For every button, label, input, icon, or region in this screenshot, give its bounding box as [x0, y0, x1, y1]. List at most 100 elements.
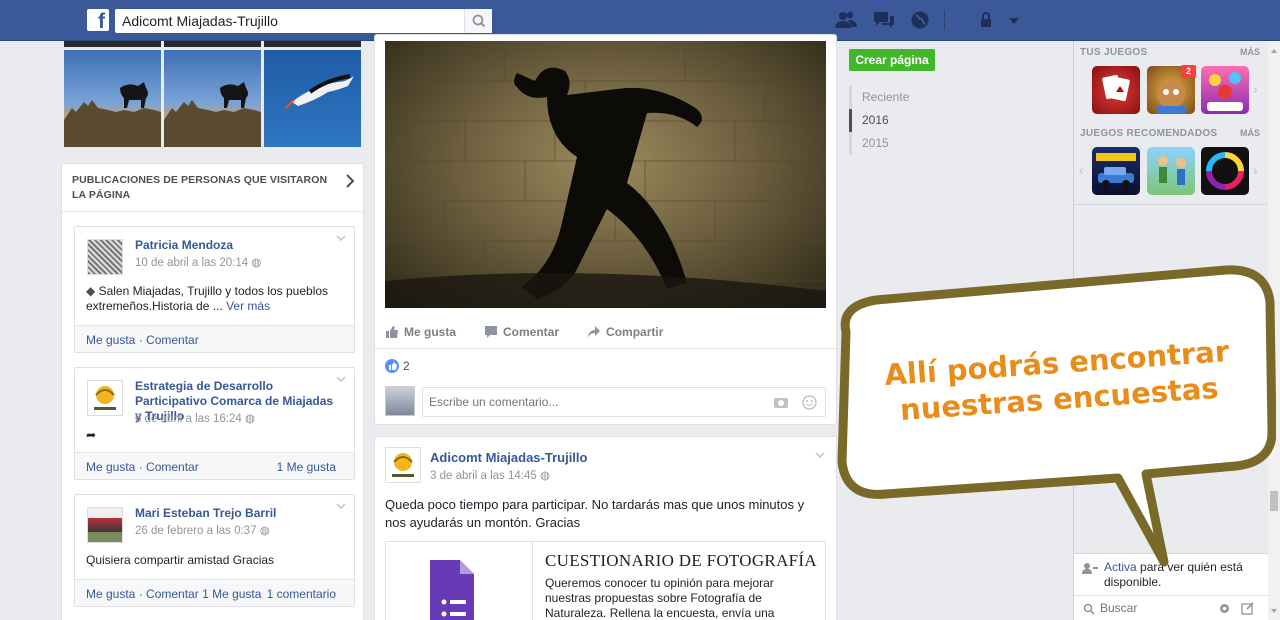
search-icon [472, 14, 486, 28]
like-link[interactable]: Me gusta [86, 587, 135, 601]
google-forms-icon [430, 560, 474, 620]
post-date[interactable]: 10 de abril a las 20:14 ◍ [135, 255, 261, 269]
globe-icon: ◍ [244, 413, 256, 425]
post-author[interactable]: Adicomt Miajadas-Trujillo [430, 450, 587, 465]
compose-icon[interactable] [1241, 602, 1254, 615]
comment-input[interactable] [429, 389, 759, 415]
comment-link[interactable]: Comentar [146, 333, 199, 347]
stork-image [285, 74, 354, 109]
globe-icon: ◍ [251, 257, 262, 269]
year-item-2016[interactable]: 2016 [849, 109, 1069, 132]
link-title: CUESTIONARIO DE FOTOGRAFÍA [545, 551, 817, 570]
page-avatar[interactable] [385, 447, 421, 483]
game-archery[interactable] [1147, 147, 1195, 195]
forms-thumbnail [386, 542, 533, 620]
game-candy-crush-soda[interactable] [1201, 66, 1249, 114]
likes-summary[interactable]: 2 [385, 359, 410, 373]
recommended-more-link[interactable]: MÁS [1240, 128, 1260, 138]
year-item-2015[interactable]: 2015 [849, 132, 1069, 155]
post-actions: Me gusta Comentar Compartir [385, 325, 691, 339]
thumbs-up-icon [386, 326, 398, 338]
like-button[interactable]: Me gusta [385, 325, 456, 339]
comments-count[interactable]: 1 comentario [267, 587, 336, 601]
notifications-globe-icon[interactable] [910, 10, 930, 30]
privacy-lock-icon[interactable] [978, 10, 994, 30]
chevron-down-icon[interactable] [815, 450, 825, 460]
visitor-post: Estrategia de Desarrollo Participativo C… [74, 367, 355, 480]
comment-button[interactable]: Comentar [484, 325, 559, 339]
search-box [115, 9, 492, 33]
logo-icon [392, 453, 414, 477]
emoji-icon[interactable] [802, 395, 817, 410]
photo-thumbnail[interactable] [264, 50, 361, 147]
share-button[interactable]: Compartir [587, 325, 663, 339]
comment-link[interactable]: Comentar [146, 587, 199, 601]
share-label: Compartir [606, 325, 664, 339]
post-date[interactable]: 26 de febrero a las 0:37 ◍ [135, 523, 270, 537]
post-author[interactable]: Mari Esteban Trejo Barril [135, 506, 340, 521]
facebook-logo-icon[interactable]: f [87, 9, 109, 31]
comment-icon [485, 326, 498, 338]
search-button[interactable] [464, 9, 492, 33]
comment-field [422, 387, 826, 417]
visitor-posts-title: PUBLICACIONES DE PERSONAS QUE VISITARON … [72, 174, 328, 201]
game-poker[interactable] [1092, 66, 1140, 114]
avatar[interactable] [87, 239, 123, 275]
your-games-heading: TUS JUEGOS [1080, 47, 1148, 58]
camera-icon[interactable] [773, 395, 789, 409]
likes-count[interactable]: 1 Me gusta [202, 587, 261, 601]
game-color-switch[interactable] [1201, 147, 1249, 195]
post-date[interactable]: 3 de abril a las 14:45 ◍ [430, 468, 550, 482]
link-preview[interactable]: CUESTIONARIO DE FOTOGRAFÍA Queremos cono… [385, 541, 826, 620]
town-bull-image [164, 82, 261, 147]
share-icon [588, 326, 601, 338]
gear-icon[interactable] [1218, 602, 1231, 615]
visitor-posts-card: PUBLICACIONES DE PERSONAS QUE VISITARON … [61, 163, 364, 620]
candy-icon [1207, 72, 1243, 111]
game-street-race[interactable] [1092, 147, 1140, 195]
photo-strip [64, 41, 361, 47]
avatar[interactable] [385, 386, 415, 416]
post-footer: Me gusta · Comentar [75, 325, 354, 352]
scroll-up-icon[interactable] [1271, 49, 1277, 53]
see-more-link[interactable]: Ver más [226, 299, 270, 313]
friends-icon[interactable] [834, 10, 858, 30]
visitor-posts-heading[interactable]: PUBLICACIONES DE PERSONAS QUE VISITARON … [62, 164, 363, 212]
like-link[interactable]: Me gusta [86, 333, 135, 347]
likes-count[interactable]: 1 Me gusta [277, 460, 336, 474]
photo-thumbnail[interactable] [64, 50, 161, 147]
tag-icon: ◆ [86, 284, 96, 298]
globe-icon: ◍ [259, 525, 270, 537]
search-input[interactable] [122, 10, 462, 32]
notification-badge: 2 [1181, 65, 1196, 78]
post-author[interactable]: Patricia Mendoza [135, 238, 340, 253]
messages-icon[interactable] [872, 10, 896, 30]
create-page-button[interactable]: Crear página [849, 49, 935, 71]
your-games-more-link[interactable]: MÁS [1240, 47, 1260, 57]
avatar[interactable] [87, 507, 123, 543]
post-date[interactable]: 6 de abril a las 16:24 ◍ [135, 411, 255, 425]
chevron-right-icon[interactable]: › [1253, 81, 1258, 97]
photo-thumbnail[interactable] [164, 50, 261, 147]
visitor-post: Mari Esteban Trejo Barril 26 de febrero … [74, 494, 355, 607]
avatar[interactable] [87, 380, 123, 416]
comment-label: Comentar [503, 325, 560, 339]
year-item-recent[interactable]: Reciente [849, 86, 1069, 109]
cards-icon [1102, 74, 1130, 102]
like-link[interactable]: Me gusta [86, 460, 135, 474]
chevron-right-icon[interactable] [345, 174, 355, 188]
town-bull-image [64, 82, 161, 147]
likes-count: 2 [403, 359, 410, 373]
scroll-down-icon[interactable] [1271, 609, 1277, 613]
archer-icon [1158, 156, 1186, 185]
account-dropdown-icon[interactable] [1008, 10, 1020, 30]
chat-search-input[interactable] [1100, 597, 1210, 619]
chat-search [1074, 595, 1269, 620]
post-photo[interactable] [385, 41, 826, 308]
chevron-right-icon[interactable]: › [1253, 162, 1258, 178]
link-description: Queremos conocer tu opinión para mejorar… [545, 576, 775, 620]
post-body: Salen Miajadas, Trujillo y todos los pue… [86, 284, 329, 313]
comment-link[interactable]: Comentar [146, 460, 199, 474]
like-reaction-icon [385, 359, 399, 373]
chevron-left-icon[interactable]: ‹ [1079, 162, 1084, 178]
